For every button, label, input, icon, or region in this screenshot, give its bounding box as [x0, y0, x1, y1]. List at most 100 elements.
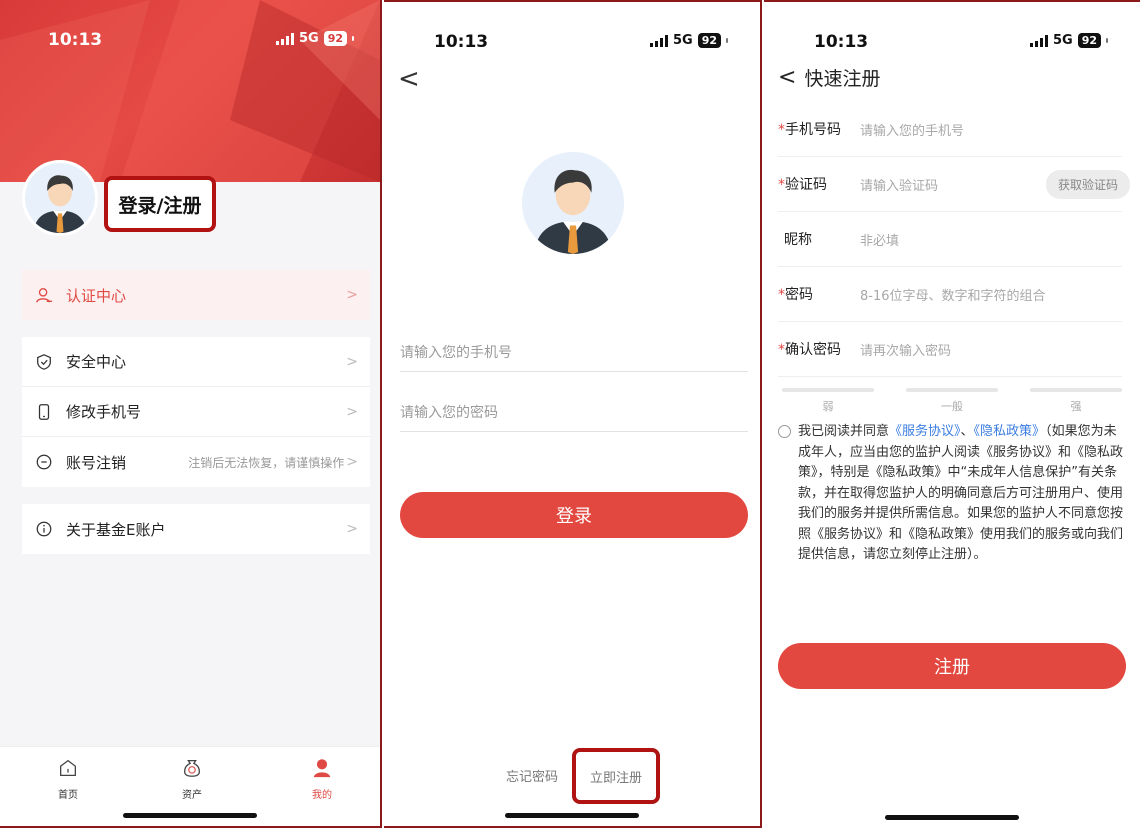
home-indicator: [885, 815, 1019, 820]
login-screen: 10:13 5G 92 < 请输入您的手机号 请输入您的密码 登录 忘记密码 立…: [384, 0, 762, 828]
required-mark: *: [778, 287, 785, 303]
login-register-button[interactable]: 登录/注册: [104, 176, 216, 232]
verification-code-field[interactable]: 请输入验证码: [860, 175, 1046, 194]
strength-segment: [906, 388, 998, 392]
agree-checkbox[interactable]: [778, 425, 791, 438]
status-bar: 10:13 5G 92: [384, 2, 760, 74]
battery-tip: [1106, 38, 1109, 43]
home-indicator: [505, 813, 639, 818]
network-type: 5G: [1053, 33, 1073, 48]
tab-label: 资产: [182, 790, 202, 801]
menu-item-about[interactable]: 关于基金E账户 >: [22, 504, 370, 554]
field-label: *密码: [778, 287, 813, 303]
strength-label: 强: [1070, 400, 1082, 413]
login-button[interactable]: 登录: [400, 492, 748, 538]
minus-circle-icon: [34, 452, 54, 472]
menu-label: 认证中心: [66, 286, 127, 305]
password-field[interactable]: 8-16位字母、数字和字符的组合: [860, 285, 1122, 304]
forgot-password-link[interactable]: 忘记密码: [506, 766, 558, 785]
signal-icon: [650, 34, 668, 47]
avatar: [522, 152, 624, 254]
back-button[interactable]: <: [778, 65, 796, 90]
avatar[interactable]: [22, 160, 98, 236]
status-signal: 5G 92: [1030, 33, 1109, 48]
register-button[interactable]: 注册: [778, 643, 1126, 689]
register-now-link[interactable]: 立即注册: [572, 748, 660, 804]
confirm-password-field[interactable]: 请再次输入密码: [860, 340, 1122, 359]
required-mark: *: [778, 342, 785, 358]
signal-icon: [1030, 34, 1048, 47]
menu-item-security[interactable]: 安全中心 >: [22, 337, 370, 387]
profile-screen: 10:13 5G 92 登录/注册 认证中心 > 安全中心 > 修改手机号 > …: [0, 0, 382, 828]
status-time: 10:13: [48, 30, 103, 50]
nickname-field-row: 昵称 非必填: [778, 212, 1122, 267]
tab-home[interactable]: 首页: [38, 757, 98, 801]
settings-card: 安全中心 > 修改手机号 > 账号注销 注销后无法恢复，请谨慎操作 >: [22, 337, 370, 487]
cancel-warning: 注销后无法恢复，请谨慎操作: [188, 455, 345, 470]
field-label: *手机号码: [778, 122, 841, 138]
battery-icon: 92: [1077, 33, 1102, 48]
page-title: 快速注册: [804, 68, 881, 90]
chevron-right-icon: >: [346, 454, 358, 470]
status-time: 10:13: [434, 32, 489, 52]
user-avatar-icon: [25, 163, 95, 233]
user-avatar-icon: [522, 152, 624, 254]
network-type: 5G: [673, 33, 693, 48]
field-label: *确认密码: [778, 342, 841, 358]
info-icon: [34, 519, 54, 539]
agreement-text: 我已阅读并同意《服务协议》、《隐私政策》（如果您为未成年人，应当由您的监护人阅读…: [798, 424, 1124, 562]
menu-label: 关于基金E账户: [66, 520, 166, 539]
confirm-password-field-row: *确认密码 请再次输入密码: [778, 322, 1122, 377]
menu-label: 账号注销: [66, 453, 127, 472]
about-card: 关于基金E账户 >: [22, 504, 370, 554]
status-signal: 5G 92: [650, 33, 729, 48]
chevron-right-icon: >: [346, 353, 358, 370]
back-button[interactable]: <: [398, 66, 420, 92]
tab-mine[interactable]: 我的: [292, 757, 352, 801]
password-input[interactable]: 请输入您的密码: [400, 392, 748, 432]
tab-bar: 首页 资产 我的: [0, 746, 380, 826]
required-mark: *: [778, 122, 785, 138]
get-code-button[interactable]: 获取验证码: [1045, 169, 1130, 199]
field-label: *验证码: [778, 177, 827, 193]
service-agreement-link[interactable]: 《服务协议》: [889, 424, 961, 439]
phone-field-row: *手机号码 请输入您的手机号: [778, 102, 1122, 157]
agreement-block: 我已阅读并同意《服务协议》、《隐私政策》（如果您为未成年人，应当由您的监护人阅读…: [778, 422, 1128, 566]
home-icon: [60, 759, 76, 776]
field-label: 昵称: [784, 232, 812, 248]
register-screen: 10:13 5G 92 < 快速注册 *手机号码 请输入您的手机号 *验证码 请…: [764, 0, 1140, 828]
person-icon: [313, 759, 331, 778]
register-header: < 快速注册: [778, 64, 880, 91]
person-outline-icon: [34, 285, 54, 305]
status-bar: 10:13 5G 92: [0, 0, 380, 72]
menu-label: 修改手机号: [66, 403, 142, 421]
required-mark: *: [778, 177, 785, 193]
menu-item-auth-center[interactable]: 认证中心 >: [22, 270, 370, 320]
strength-segment: [782, 388, 874, 392]
shield-check-icon: [34, 352, 54, 372]
signal-icon: [276, 32, 294, 45]
menu-label: 安全中心: [66, 353, 127, 371]
tab-assets[interactable]: 资产: [162, 757, 222, 801]
menu-item-cancel-account[interactable]: 账号注销 注销后无法恢复，请谨慎操作 >: [22, 437, 370, 487]
menu-item-change-phone[interactable]: 修改手机号 >: [22, 387, 370, 437]
strength-label: 一般: [941, 400, 963, 413]
strength-label: 弱: [822, 400, 834, 413]
nickname-field[interactable]: 非必填: [860, 230, 1122, 249]
phone-field[interactable]: 请输入您的手机号: [860, 120, 1122, 139]
chevron-right-icon: >: [346, 521, 358, 537]
battery-tip: [352, 36, 355, 41]
network-type: 5G: [299, 31, 319, 46]
privacy-policy-link[interactable]: 《隐私政策》: [974, 424, 1046, 439]
chevron-right-icon: >: [346, 403, 358, 420]
code-field-row: *验证码 请输入验证码 获取验证码: [778, 157, 1130, 212]
auth-center-card: 认证中心 >: [22, 270, 370, 320]
money-bag-icon: [184, 760, 200, 777]
phone-icon: [34, 402, 54, 422]
tab-label: 首页: [58, 790, 78, 801]
battery-icon: 92: [323, 31, 348, 46]
tab-label: 我的: [312, 790, 332, 801]
status-time: 10:13: [814, 32, 869, 52]
phone-input[interactable]: 请输入您的手机号: [400, 332, 748, 372]
battery-tip: [726, 38, 729, 43]
